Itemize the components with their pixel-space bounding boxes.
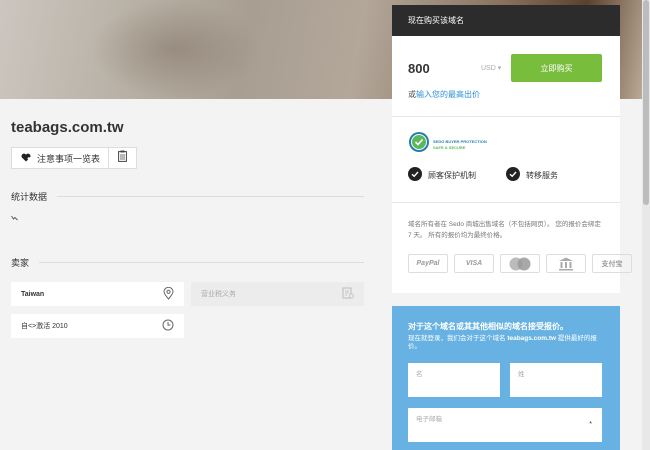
watchlist-label: 注意事项一览表 [37, 153, 101, 164]
offer-line: 或输入您的最高出价 [408, 89, 480, 100]
feature-buyer-protection: 顾客保护机制 [408, 167, 476, 183]
seller-country: Taiwan [21, 290, 45, 298]
buy-panel: 现在购买该域名 800 USD ▾ 立即购买 或输入您的最高出价 SEDO BU… [392, 5, 632, 293]
alipay-logo: 支付宝 [592, 254, 632, 273]
shield-check-icon [408, 131, 430, 158]
clipboard-icon [118, 149, 127, 167]
hero-blur [90, 0, 260, 99]
location-pin-icon [163, 286, 174, 302]
check-circle-icon [408, 167, 422, 183]
mastercard-logo [500, 254, 540, 273]
offer-title: 对于这个域名或其其他相似的域名接受报价。 [408, 322, 568, 331]
offer-subtitle-domain: teabags.com.tw [507, 335, 557, 342]
currency-value: USD [481, 65, 496, 72]
visa-logo: VISA [454, 254, 494, 273]
offer-subtitle-prefix: 现在就登录，我们会对于这个域名 [408, 335, 506, 342]
divider [392, 116, 620, 117]
divider [392, 202, 620, 203]
seller-section-header: 卖家 [11, 256, 364, 269]
badge-line-2: SAFE & SECURE [433, 144, 466, 150]
section-rule [57, 196, 364, 197]
feature-2-label: 转移服务 [526, 170, 558, 180]
stats-section-header: 统计数据 [11, 190, 364, 203]
buy-now-button[interactable]: 立即购买 [511, 54, 602, 82]
last-name-placeholder: 姓 [518, 371, 525, 378]
seller-country-box: Taiwan [11, 282, 184, 306]
clock-icon [162, 319, 174, 333]
page-scrollbar[interactable] [642, 0, 650, 450]
badge-text-block: SEDO BUYER PROTECTION SAFE & SECURE [433, 139, 487, 151]
check-circle-icon [506, 167, 520, 183]
first-name-placeholder: 名 [416, 371, 423, 378]
email-field[interactable]: 电子邮箱 * [408, 408, 602, 442]
vat-placeholder: 营业税义务 [201, 291, 236, 298]
active-since-box: 自<>激活 2010 [11, 314, 184, 338]
email-placeholder: 电子邮箱 [416, 416, 442, 423]
domain-title: teabags.com.tw [11, 119, 124, 136]
document-icon [342, 287, 354, 301]
disclaimer-text: 域名所有者在 Sedo 商城出售域名（不包括网页）。 您的报价会绑定 7 天。 … [408, 221, 601, 239]
currency-select[interactable]: USD ▾ [481, 64, 501, 72]
badge-line-1: SEDO BUYER PROTECTION [433, 138, 487, 144]
or-text: 或 [408, 90, 416, 99]
feature-transfer-service: 转移服务 [506, 167, 558, 183]
clipboard-button[interactable] [108, 147, 137, 169]
buy-panel-header: 现在购买该域名 [392, 5, 620, 36]
chevron-down-icon: ▾ [497, 65, 502, 72]
section-rule [39, 262, 364, 263]
vat-box: 营业税义务 [191, 282, 364, 306]
buyer-protection-badge: SEDO BUYER PROTECTION SAFE & SECURE [408, 131, 487, 158]
stats-title: 统计数据 [11, 192, 48, 202]
stats-placeholder-icon [11, 215, 18, 223]
heart-plus-icon [21, 153, 31, 164]
active-since-text: 自<>激活 2010 [21, 323, 68, 330]
watchlist-button[interactable]: 注意事项一览表 [11, 147, 111, 169]
seller-title: 卖家 [11, 258, 30, 268]
feature-1-label: 顾客保护机制 [428, 170, 476, 180]
first-name-field[interactable]: 名 [408, 363, 500, 397]
make-offer-link[interactable]: 输入您的最高出价 [416, 90, 480, 99]
offer-subtitle: 现在就登录，我们会对于这个域名 teabags.com.tw 提供最好的报价。 [408, 335, 608, 351]
last-name-field[interactable]: 姓 [510, 363, 602, 397]
payment-logos: PayPal VISA 支付宝 [408, 254, 632, 273]
offer-panel: 对于这个域名或其其他相似的域名接受报价。 现在就登录，我们会对于这个域名 tea… [392, 306, 620, 450]
bank-icon [546, 254, 586, 273]
paypal-logo: PayPal [408, 254, 448, 273]
price-value: 800 [408, 61, 430, 76]
required-mark: * [589, 421, 592, 428]
scrollbar-thumb[interactable] [643, 0, 649, 205]
